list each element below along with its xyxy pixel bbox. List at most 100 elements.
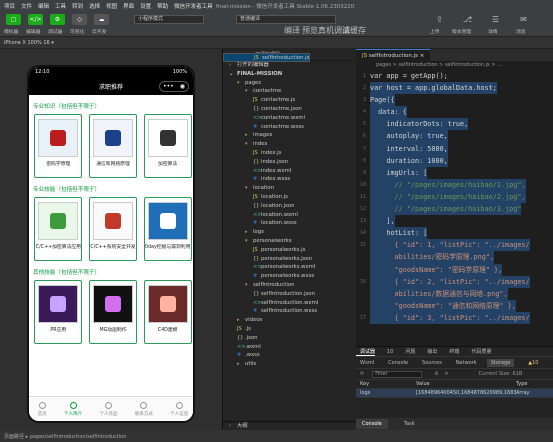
tree-file[interactable]: {} contactme.json: [223, 105, 356, 114]
tree-file[interactable]: # contactme.wxss: [223, 123, 356, 132]
tree-file[interactable]: JS personalworks.js: [223, 246, 356, 255]
tree-file[interactable]: JS index.js: [223, 149, 356, 158]
tree-file[interactable]: JS contactme.js: [223, 96, 356, 105]
skill-card[interactable]: 通信和网络原理: [88, 114, 137, 178]
tree-folder[interactable]: ▸ videos: [223, 316, 356, 325]
tree-folder[interactable]: ▾ index: [223, 140, 356, 149]
tree-folder[interactable]: ▾ selfIntroduction: [223, 281, 356, 290]
message-icon[interactable]: ✉: [518, 14, 529, 25]
menu-item[interactable]: 编辑: [38, 2, 49, 10]
capsule-menu[interactable]: ••• ◉: [159, 81, 189, 92]
code-text[interactable]: indicatorDots: true,: [370, 118, 469, 131]
tree-folder[interactable]: ▾ contactme: [223, 87, 356, 96]
tab-item[interactable]: 个人简介: [64, 401, 82, 417]
code-text[interactable]: data: {: [370, 106, 407, 119]
label-preview[interactable]: 预览: [302, 25, 318, 36]
clear-icon[interactable]: ⊘: [434, 371, 438, 377]
tree-file[interactable]: <>location.wxml: [223, 211, 356, 220]
tree-file[interactable]: <>personalworks.wxml: [223, 263, 356, 272]
devtools-subtab[interactable]: Network: [452, 360, 477, 366]
code-text[interactable]: ],: [370, 215, 395, 228]
code-text[interactable]: // "/pages/images/haibao/2.jpg",: [370, 190, 526, 204]
visual-button[interactable]: ◇: [72, 14, 87, 25]
tree-file[interactable]: {} personalworks.json: [223, 255, 356, 264]
code-text[interactable]: // "/pages/images/haibao/3.jpg": [370, 203, 522, 216]
code-text[interactable]: autoplay: true,: [370, 130, 448, 143]
editor-tab[interactable]: JS selfIntroduction.js ×: [356, 49, 431, 61]
warning-count[interactable]: ▲10: [524, 360, 538, 366]
skill-card[interactable]: 加密算法: [143, 114, 192, 178]
menu-item[interactable]: 微信开发者工具: [174, 2, 213, 10]
tree-folder[interactable]: ▾ pages: [223, 79, 356, 88]
devtools-tab[interactable]: 10: [383, 349, 393, 355]
label-compile[interactable]: 编译: [284, 25, 300, 36]
tree-file[interactable]: <>index.wxml: [223, 167, 356, 176]
code-text[interactable]: var host = app.globalData.host;: [370, 82, 497, 95]
tree-file[interactable]: # .wxss: [223, 351, 356, 360]
tab-item[interactable]: 首页: [38, 401, 47, 417]
tree-file[interactable]: {} location.json: [223, 202, 356, 211]
tree-file[interactable]: # location.wxss: [223, 219, 356, 228]
tree-file[interactable]: # selfIntroduction.wxss: [223, 307, 356, 316]
refresh-icon[interactable]: ⟳: [360, 371, 364, 377]
code-text[interactable]: hotList: [: [370, 227, 428, 240]
tab-item[interactable]: 个人作品: [99, 401, 117, 417]
devtools-tab[interactable]: 终端: [445, 348, 459, 355]
code-text[interactable]: "goodsName": "密码学原理" },: [370, 263, 503, 276]
skill-card[interactable]: 密码学原理: [34, 114, 83, 178]
tree-file[interactable]: {} selfIntroduction.json: [223, 290, 356, 299]
skill-card[interactable]: PR应用: [34, 280, 83, 344]
menu-item[interactable]: 项目: [4, 2, 15, 10]
label-clearcache[interactable]: 清缓存: [342, 25, 366, 36]
details-icon[interactable]: ☰: [490, 14, 501, 25]
skill-card[interactable]: C4D建模: [143, 280, 192, 344]
devtools-subtab[interactable]: Storage: [486, 358, 515, 367]
devtools-tab[interactable]: 输出: [423, 348, 437, 355]
close-icon[interactable]: ◉: [180, 83, 185, 90]
storage-row[interactable]: logs [1684896400450,1684878620989,1683..…: [356, 389, 553, 398]
debugger-button[interactable]: ⚙: [50, 14, 65, 25]
code-text[interactable]: abilities/密码学原理.png",: [370, 251, 495, 264]
tree-file[interactable]: JS .js: [223, 325, 356, 334]
code-text[interactable]: interval: 5000,: [370, 142, 448, 155]
code-text[interactable]: duration: 1000,: [370, 154, 448, 167]
menu-item[interactable]: 视图: [106, 2, 117, 10]
code-text[interactable]: // "/pages/images/haibao/1.jpg",: [370, 178, 526, 191]
tree-folder[interactable]: ▸ utils: [223, 360, 356, 369]
menu-item[interactable]: 选择: [89, 2, 100, 10]
tree-file[interactable]: JS selfIntroduction.js: [223, 53, 311, 62]
simulator-button[interactable]: ▢: [6, 14, 21, 25]
tree-folder[interactable]: ▸ logs: [223, 228, 356, 237]
upload-icon[interactable]: ⇪: [434, 14, 445, 25]
tree-file[interactable]: {} index.json: [223, 158, 356, 167]
version-icon[interactable]: ⎇: [462, 14, 473, 25]
menu-item[interactable]: 工具: [55, 2, 66, 10]
tree-file[interactable]: # index.wxss: [223, 175, 356, 184]
menu-item[interactable]: 转到: [72, 2, 83, 10]
editor-button[interactable]: </>: [28, 14, 43, 25]
outline-section[interactable]: › 大纲: [223, 421, 356, 430]
more-icon[interactable]: •••: [163, 83, 174, 90]
tree-folder[interactable]: ▾ personalworks: [223, 237, 356, 246]
code-text[interactable]: { "id": 2, "listPic": "../images/: [370, 275, 530, 288]
tab-item[interactable]: 联系方式: [135, 401, 153, 417]
tree-file[interactable]: # personalworks.wxss: [223, 272, 356, 281]
menu-item[interactable]: 文件: [21, 2, 32, 10]
tree-file[interactable]: <>selfIntroduction.wxml: [223, 299, 356, 308]
cloud-button[interactable]: ☁: [94, 14, 109, 25]
tree-file[interactable]: <>contactme.wxml: [223, 114, 356, 123]
device-select[interactable]: iPhone X 100% 16 ▾: [4, 40, 54, 46]
skill-card[interactable]: 0day挖掘与漏洞利用: [143, 197, 192, 261]
devtools-tab[interactable]: 代码质量: [467, 348, 491, 355]
compile-select[interactable]: 普通编译: [236, 15, 336, 24]
devtools-subtab[interactable]: Console: [384, 360, 408, 366]
code-text[interactable]: "goodsName": "通信和网络原理" },: [370, 299, 516, 312]
code-text[interactable]: Page({: [370, 94, 395, 107]
console-tab[interactable]: Console: [356, 419, 388, 429]
skill-card[interactable]: C/C++系统安全开发: [88, 197, 137, 261]
skill-card[interactable]: MG动画制作: [88, 280, 137, 344]
delete-icon[interactable]: ✕: [444, 371, 448, 377]
open-editors-section[interactable]: › 打开的编辑器: [223, 61, 356, 70]
tree-file[interactable]: <>.wxml: [223, 343, 356, 352]
mode-select[interactable]: 小程序模式: [134, 15, 204, 24]
